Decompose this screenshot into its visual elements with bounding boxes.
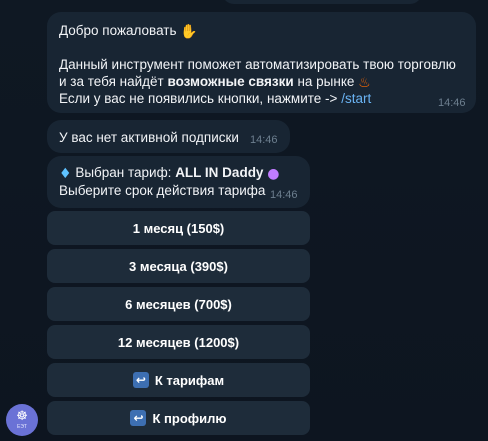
welcome-greeting: Добро пожаловать: [59, 23, 177, 38]
six-months-button[interactable]: 6 месяцев (700$): [47, 287, 310, 321]
six-months-button-label: 6 месяцев (700$): [125, 296, 232, 312]
robot-icon: ☸: [16, 409, 28, 424]
return-arrow-icon: ↩: [130, 410, 147, 426]
fire-icon: ♨: [358, 75, 371, 91]
welcome-line1: Данный инструмент поможет автоматизирова…: [59, 57, 456, 72]
no-subscription-message: У вас нет активной подписки 14:46: [47, 120, 290, 153]
tariff-message: ♦ Выбран тариф: ALL IN Daddy ● Выберите …: [47, 156, 310, 208]
start-command-link[interactable]: /start: [341, 91, 371, 106]
to-profile-button[interactable]: ↩ К профилю: [47, 401, 310, 435]
waving-hand-icon: ✋: [180, 24, 198, 40]
return-arrow-icon: ↩: [132, 372, 149, 388]
no-subscription-time: 14:46: [250, 134, 278, 146]
to-tariffs-button[interactable]: ↩ К тарифам: [47, 363, 310, 397]
three-months-button[interactable]: 3 месяца (390$): [47, 249, 310, 283]
tariff-line1: ♦ Выбран тариф: ALL IN Daddy ●: [59, 164, 279, 181]
welcome-line2: и за тебя найдёт возможные связки на рын…: [59, 73, 371, 90]
tariff-line1-pre: Выбран тариф:: [75, 165, 176, 180]
welcome-line2-pre: и за тебя найдёт: [59, 74, 168, 89]
welcome-line2-post: на рынке: [293, 74, 355, 89]
tariff-time: 14:46: [270, 189, 298, 201]
chat-area: Добро пожаловать ✋ Данный инструмент пом…: [0, 0, 488, 441]
welcome-time: 14:46: [438, 97, 466, 109]
twelve-months-button-label: 12 месяцев (1200$): [117, 334, 240, 350]
three-months-button-label: 3 месяца (390$): [129, 258, 228, 274]
welcome-message: Добро пожаловать ✋ Данный инструмент пом…: [47, 12, 476, 113]
tariff-line2: Выберите срок действия тарифа: [59, 183, 266, 198]
twelve-months-button[interactable]: 12 месяцев (1200$): [47, 325, 310, 359]
welcome-line3: Если у вас не появились кнопки, нажмите …: [59, 90, 371, 107]
one-month-button-label: 1 месяц (150$): [132, 220, 225, 236]
crystal-ball-icon: ●: [267, 166, 280, 182]
welcome-line2-bold: возможные связки: [167, 74, 294, 89]
tariff-name: ALL IN Daddy: [175, 165, 264, 180]
welcome-greeting-line: Добро пожаловать ✋: [59, 22, 198, 39]
to-profile-button-label: К профилю: [152, 410, 227, 426]
previous-message-bubble: [222, 0, 422, 4]
gem-icon: ♦: [59, 166, 72, 182]
avatar-label: ЕЭТ: [17, 424, 27, 430]
bot-avatar[interactable]: ☸ ЕЭТ: [6, 404, 38, 436]
no-subscription-text: У вас нет активной подписки: [59, 130, 239, 145]
welcome-line3-pre: Если у вас не появились кнопки, нажмите …: [59, 91, 342, 106]
to-tariffs-button-label: К тарифам: [154, 372, 225, 388]
one-month-button[interactable]: 1 месяц (150$): [47, 211, 310, 245]
